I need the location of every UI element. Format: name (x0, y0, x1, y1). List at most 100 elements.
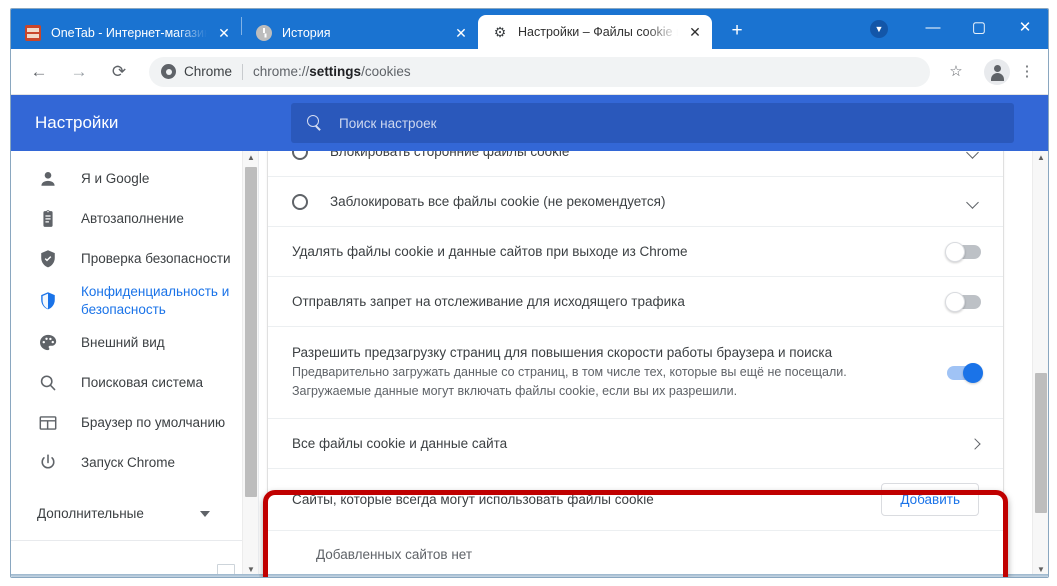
omnibox-divider (242, 63, 244, 80)
scroll-up-icon[interactable]: ▲ (243, 151, 259, 165)
option-block-all-cookies[interactable]: Заблокировать все файлы cookie (не реком… (268, 177, 1003, 227)
new-tab-button[interactable]: + (722, 17, 752, 47)
sidebar-item-label: Проверка безопасности (81, 251, 231, 267)
profile-avatar-icon[interactable] (984, 58, 1010, 85)
url-text: chrome://settings/cookies (253, 64, 411, 79)
tab-history[interactable]: История ✕ (242, 16, 478, 49)
tab-close-icon[interactable]: ✕ (450, 22, 472, 44)
option-block-third-party-cookies[interactable]: Блокировать сторонние файлы cookie (268, 151, 1003, 177)
sidebar-item-chrome-startup[interactable]: Запуск Chrome (11, 443, 258, 483)
url-bold: settings (309, 64, 362, 79)
tab-onetab[interactable]: OneTab - Интернет-магазин Ch ✕ (11, 16, 241, 49)
onetab-icon (25, 24, 41, 41)
option-label: Блокировать сторонние файлы cookie (330, 151, 570, 159)
shield-icon (37, 290, 59, 312)
url-prefix: chrome:// (253, 64, 310, 79)
sidebar-divider (11, 540, 258, 541)
minimize-button[interactable]: — (910, 9, 956, 47)
preload-subtitle-line-1: Предварительно загружать данные со стран… (292, 364, 847, 379)
radio-button[interactable] (292, 151, 308, 160)
tab-search-icon[interactable]: ▼ (870, 20, 888, 38)
toggle-knob (945, 241, 965, 262)
tab-title: История (282, 25, 331, 40)
tab-title: Настройки – Файлы cookie и др (518, 25, 678, 39)
always-allow-cookies-row: Сайты, которые всегда могут использовать… (268, 469, 1003, 531)
sidebar-list: Я и Google Автозаполнение Проверка безоп… (11, 151, 258, 535)
sidebar-item-label: Поисковая система (81, 374, 204, 390)
all-cookies-and-site-data-row[interactable]: Все файлы cookie и данные сайта (268, 419, 1003, 469)
search-icon (37, 372, 59, 394)
power-icon (37, 452, 59, 474)
scrollbar-thumb[interactable] (245, 167, 257, 497)
content-scrollbar[interactable]: ▲ ▼ (1032, 151, 1048, 577)
empty-state-text: Добавленных сайтов нет (316, 547, 473, 562)
person-icon (37, 168, 59, 190)
url-suffix: /cookies (361, 64, 411, 79)
option-label: Заблокировать все файлы cookie (не реком… (330, 194, 666, 209)
sidebar-item-label: Я и Google (81, 171, 150, 187)
clipboard-icon (37, 208, 59, 230)
toggle-row-do-not-track[interactable]: Отправлять запрет на отслеживание для ис… (268, 277, 1003, 327)
settings-content-area: Блокировать сторонние файлы cookie Забло… (259, 151, 1048, 577)
preload-pages-toggle[interactable] (947, 362, 983, 383)
sidebar-item-label: Дополнительные (37, 506, 144, 522)
preload-subtitle-line-2: Загружаемые данные могут включать файлы … (292, 384, 738, 399)
sidebar-item-label: Браузер по умолчанию (81, 414, 226, 430)
search-settings-input[interactable]: Поиск настроек (291, 103, 1014, 143)
bookmark-star-icon[interactable]: ☆ (939, 55, 973, 89)
chevron-right-icon[interactable] (969, 438, 981, 450)
sidebar-item-default-browser[interactable]: Браузер по умолчанию (11, 403, 258, 443)
window-controls: — ▢ ✕ (910, 9, 1048, 47)
chrome-menu-icon[interactable]: ⋮ (1014, 57, 1040, 87)
scrollbar-thumb[interactable] (1035, 373, 1047, 513)
close-window-button[interactable]: ✕ (1002, 9, 1048, 47)
radio-button[interactable] (292, 193, 308, 210)
browser-window: OneTab - Интернет-магазин Ch ✕ История ✕… (10, 8, 1049, 578)
settings-body: Я и Google Автозаполнение Проверка безоп… (11, 151, 1048, 577)
window-bottom-edge (11, 574, 1048, 577)
preload-pages-row[interactable]: Разрешить предзагрузку страниц для повыш… (268, 327, 1003, 419)
tab-title: OneTab - Интернет-магазин Ch (51, 25, 207, 40)
sidebar-item-autofill[interactable]: Автозаполнение (11, 199, 258, 239)
browser-window-icon (37, 412, 59, 434)
tab-settings[interactable]: ⚙ Настройки – Файлы cookie и др ✕ (478, 15, 712, 49)
settings-sidebar: Я и Google Автозаполнение Проверка безоп… (11, 151, 259, 577)
back-icon[interactable]: ← (22, 55, 56, 89)
sidebar-scrollbar[interactable]: ▲ ▼ (242, 151, 258, 577)
add-site-button[interactable]: Добавить (881, 483, 979, 516)
reload-icon[interactable]: ⟳ (102, 55, 136, 89)
option-label: Удалять файлы cookie и данные сайтов при… (292, 244, 688, 259)
toggle-row-clear-on-exit[interactable]: Удалять файлы cookie и данные сайтов при… (268, 227, 1003, 277)
screenshot-root: OneTab - Интернет-магазин Ch ✕ История ✕… (0, 0, 1057, 586)
sidebar-item-you-and-google[interactable]: Я и Google (11, 159, 258, 199)
search-icon (307, 115, 323, 131)
sidebar-item-search-engine[interactable]: Поисковая система (11, 363, 258, 403)
address-bar[interactable]: Chrome chrome://settings/cookies (149, 56, 930, 87)
settings-page: Настройки Поиск настроек Я и Google Авто… (11, 95, 1048, 577)
sidebar-item-appearance[interactable]: Внешний вид (11, 323, 258, 363)
tab-close-icon[interactable]: ✕ (213, 22, 235, 44)
forward-icon[interactable]: → (62, 55, 96, 89)
chevron-down-icon[interactable] (965, 194, 981, 210)
palette-icon (37, 332, 59, 354)
do-not-track-toggle[interactable] (945, 291, 981, 312)
cookies-settings-card: Блокировать сторонние файлы cookie Забло… (267, 151, 1004, 577)
sidebar-item-label: Запуск Chrome (81, 454, 175, 470)
sidebar-item-label: Автозаполнение (81, 211, 184, 227)
sidebar-item-label: Внешний вид (81, 334, 165, 350)
sidebar-item-advanced[interactable]: Дополнительные (11, 493, 258, 535)
toggle-knob (963, 362, 983, 383)
chevron-down-icon[interactable] (965, 151, 981, 160)
scroll-up-icon[interactable]: ▲ (1033, 151, 1048, 165)
browser-toolbar: ← → ⟳ Chrome chrome://settings/cookies ☆… (11, 49, 1048, 95)
clear-cookies-on-exit-toggle[interactable] (945, 241, 981, 262)
tab-close-icon[interactable]: ✕ (684, 21, 706, 43)
section-label: Сайты, которые всегда могут использовать… (292, 492, 654, 507)
preload-title: Разрешить предзагрузку страниц для повыш… (292, 345, 833, 361)
sidebar-item-safety-check[interactable]: Проверка безопасности (11, 239, 258, 279)
gear-icon: ⚙ (493, 24, 507, 40)
sidebar-item-label: Конфиденциальность и безопасность (81, 284, 230, 317)
settings-scroll-region: Блокировать сторонние файлы cookie Забло… (259, 151, 1032, 577)
sidebar-item-privacy-and-security[interactable]: Конфиденциальность и безопасность (11, 279, 258, 323)
maximize-button[interactable]: ▢ (956, 9, 1002, 47)
